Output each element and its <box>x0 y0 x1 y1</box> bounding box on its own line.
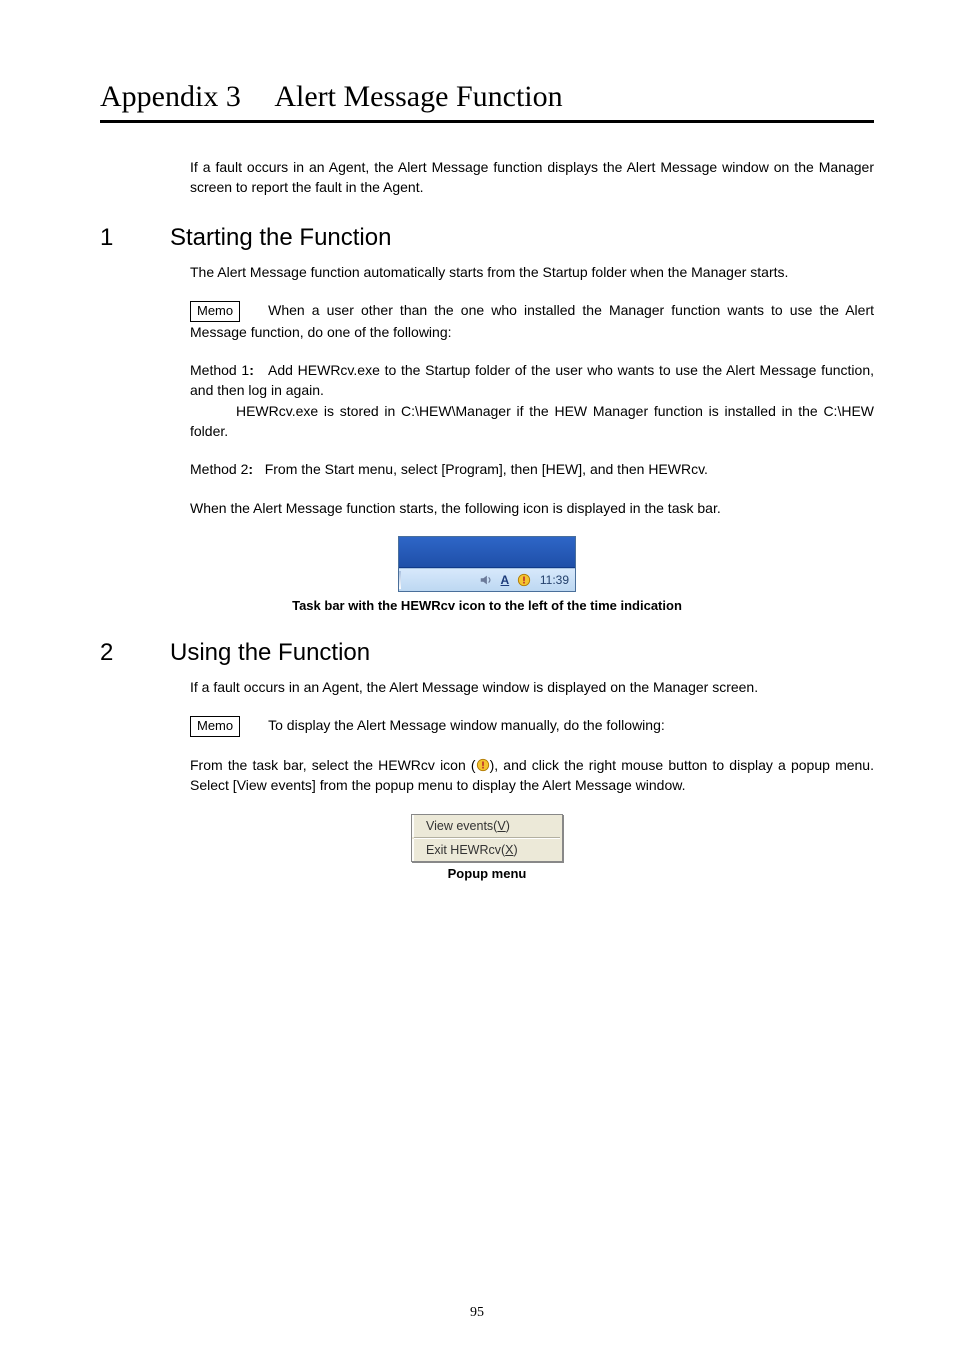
system-tray: A 11:39 <box>399 568 575 591</box>
taskbar-figure: A 11:39 <box>398 536 576 592</box>
section-1-memo-text: When a user other than the one who insta… <box>190 302 874 340</box>
hewrcv-icon[interactable] <box>517 573 531 587</box>
method-2-text: From the Start menu, select [Program], t… <box>265 461 708 477</box>
intro-paragraph: If a fault occurs in an Agent, the Alert… <box>190 157 874 198</box>
method-1: Method 1: Add HEWRcv.exe to the Startup … <box>190 360 874 441</box>
taskbar-caption: Task bar with the HEWRcv icon to the lef… <box>100 598 874 613</box>
popup-view-post: ) <box>506 819 510 833</box>
section-1-p1: The Alert Message function automatically… <box>190 262 874 282</box>
popup-view-events[interactable]: View events(V) <box>412 815 562 837</box>
appendix-label: Appendix 3 <box>100 80 241 113</box>
method-2-label: Method 2 <box>190 461 248 477</box>
method-1-text: Add HEWRcv.exe to the Startup folder of … <box>190 362 874 398</box>
popup-exit-mnemonic: X <box>505 843 513 857</box>
memo-label-2: Memo <box>190 716 240 737</box>
section-1-memo: MemoWhen a user other than the one who i… <box>190 300 874 342</box>
method-1-label: Method 1 <box>190 362 249 378</box>
memo-label-1: Memo <box>190 301 240 322</box>
popup-exit-pre: Exit HEWRcv( <box>426 843 505 857</box>
popup-exit-hewrcv[interactable]: Exit HEWRcv(X) <box>412 839 562 861</box>
page-number: 95 <box>0 1305 954 1321</box>
method-2-colon: : <box>248 461 253 477</box>
volume-icon[interactable] <box>479 573 493 587</box>
section-2-title: Using the Function <box>170 639 370 666</box>
popup-exit-post: ) <box>514 843 518 857</box>
section-1-number: 1 <box>100 224 170 252</box>
section-1-title: Starting the Function <box>170 224 391 251</box>
ime-icon[interactable]: A <box>498 573 512 587</box>
section-2-heading: 2Using the Function <box>100 639 874 667</box>
section-2-p1: If a fault occurs in an Agent, the Alert… <box>190 677 874 697</box>
method-1-note: HEWRcv.exe is stored in C:\HEW\Manager i… <box>190 403 874 439</box>
taskbar-top-strip <box>399 537 575 568</box>
popup-caption: Popup menu <box>100 866 874 881</box>
section-1-p-after-methods: When the Alert Message function starts, … <box>190 498 874 518</box>
section-2-memo: Memo To display the Alert Message window … <box>190 715 874 737</box>
popup-view-pre: View events( <box>426 819 497 833</box>
section-2-p2: From the task bar, select the HEWRcv ico… <box>190 755 874 796</box>
appendix-heading: Appendix 3 Alert Message Function <box>100 80 874 123</box>
section-2-memo-text: To display the Alert Message window manu… <box>268 717 665 733</box>
method-2: Method 2: From the Start menu, select [P… <box>190 459 874 479</box>
method-1-colon: : <box>249 362 254 378</box>
popup-menu: View events(V) Exit HEWRcv(X) <box>411 814 563 862</box>
appendix-title: Alert Message Function <box>274 80 562 113</box>
tray-separator <box>399 571 401 589</box>
section-2-number: 2 <box>100 639 170 667</box>
section-2-p2-a: From the task bar, select the HEWRcv ico… <box>190 757 476 773</box>
tray-time: 11:39 <box>540 573 569 587</box>
section-1-heading: 1Starting the Function <box>100 224 874 252</box>
hewrcv-icon-inline <box>476 757 490 771</box>
popup-view-mnemonic: V <box>497 819 505 833</box>
